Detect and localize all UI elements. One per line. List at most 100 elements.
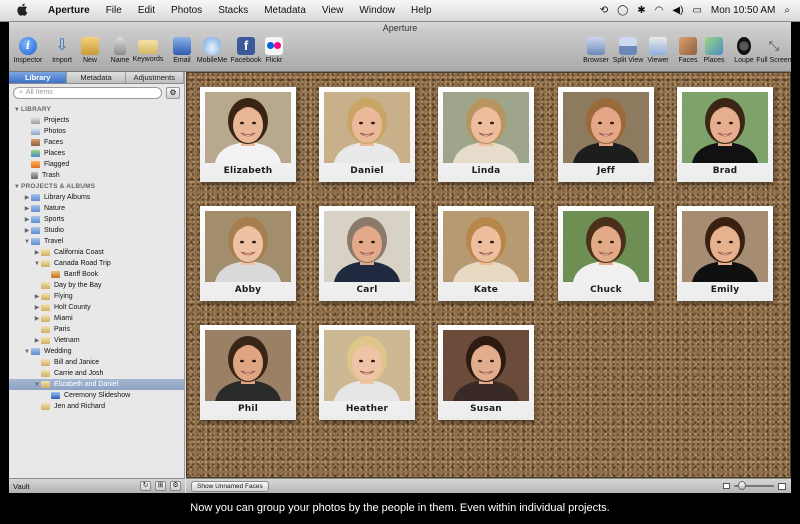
toolbar-inspector-button[interactable]: i Inspector (9, 37, 47, 64)
sidebar-item-miami[interactable]: ▶ Miami (9, 313, 184, 324)
disclosure-closed-icon[interactable]: ▶ (23, 227, 31, 234)
disclosure-open-icon[interactable]: ▼ (13, 184, 21, 190)
disclosure-closed-icon[interactable]: ▶ (33, 249, 41, 256)
face-card-chuck[interactable]: Chuck (558, 206, 654, 301)
action-gear-button[interactable]: ⚙ (166, 87, 180, 99)
time-machine-icon[interactable]: ⟲ (600, 5, 608, 16)
sidebar-item-jen-and-richard[interactable]: Jen and Richard (9, 401, 184, 412)
toolbar-keywords-button[interactable]: Keywords (129, 37, 167, 63)
face-card-heather[interactable]: Heather (319, 325, 415, 420)
sidebar-item-california-coast[interactable]: ▶ California Coast (9, 247, 184, 258)
tab-library[interactable]: Library (9, 72, 68, 83)
disclosure-closed-icon[interactable]: ▶ (23, 205, 31, 212)
face-card-daniel[interactable]: Daniel (319, 87, 415, 182)
sidebar-item-wedding[interactable]: ▼ Wedding (9, 346, 184, 357)
menu-file[interactable]: File (98, 5, 130, 16)
disclosure-open-icon[interactable]: ▼ (23, 349, 31, 355)
sidebar-item-flagged[interactable]: Flagged (9, 159, 184, 170)
sidebar-item-ceremony-slideshow[interactable]: Ceremony Slideshow (9, 390, 184, 401)
disclosure-closed-icon[interactable]: ▶ (33, 337, 41, 344)
menu-view[interactable]: View (314, 5, 352, 16)
tab-adjustments[interactable]: Adjustments (126, 72, 184, 83)
sidebar-item-label: Studio (44, 227, 64, 234)
disclosure-closed-icon[interactable]: ▶ (23, 194, 31, 201)
sidebar-item-studio[interactable]: ▶ Studio (9, 225, 184, 236)
show-unnamed-faces-button[interactable]: Show Unnamed Faces (191, 480, 269, 492)
toolbar-full-screen-button[interactable]: ⤡ Full Screen (755, 37, 791, 64)
menu-edit[interactable]: Edit (130, 5, 163, 16)
face-photo (563, 211, 649, 282)
sidebar-item-nature[interactable]: ▶ Nature (9, 203, 184, 214)
sidebar-item-holt-county[interactable]: ▶ Holt County (9, 302, 184, 313)
face-card-linda[interactable]: Linda (438, 87, 534, 182)
disclosure-closed-icon[interactable]: ▶ (33, 304, 41, 311)
sidebar-item-vietnam[interactable]: ▶ Vietnam (9, 335, 184, 346)
sidebar-item-canada-road-trip[interactable]: ▼ Canada Road Trip (9, 258, 184, 269)
disclosure-closed-icon[interactable]: ▶ (33, 315, 41, 322)
zoom-slider-thumb[interactable] (738, 481, 746, 490)
toolbar-button-label: Browser (583, 57, 609, 64)
face-card-kate[interactable]: Kate (438, 206, 534, 301)
sidebar-item-sports[interactable]: ▶ Sports (9, 214, 184, 225)
face-card-phil[interactable]: Phil (200, 325, 296, 420)
sidebar-item-carrie-and-josh[interactable]: Carrie and Josh (9, 368, 184, 379)
disclosure-open-icon[interactable]: ▼ (33, 382, 41, 388)
library-search-input[interactable]: ⌕ All Items (13, 87, 162, 99)
toolbar-button-label: Keywords (132, 56, 164, 63)
menu-help[interactable]: Help (403, 5, 440, 16)
sidebar-item-banff-book[interactable]: Banff Book (9, 269, 184, 280)
sidebar-item-photos[interactable]: Photos (9, 126, 184, 137)
chat-bubble-icon[interactable]: ◯ (617, 5, 628, 16)
sidebar-item-places[interactable]: Places (9, 148, 184, 159)
toolbar-flickr-button[interactable]: Flickr (255, 37, 293, 64)
sidebar-item-travel[interactable]: ▼ Travel (9, 236, 184, 247)
sidebar-item-trash[interactable]: Trash (9, 170, 184, 181)
sidebar-section-header[interactable]: ▼ PROJECTS & ALBUMS (9, 181, 184, 192)
sidebar-item-faces[interactable]: Faces (9, 137, 184, 148)
toolbar-button-label: New (82, 57, 97, 64)
toolbar-mobileme-button[interactable]: MobileMe (193, 37, 231, 64)
zoom-large-icon[interactable] (778, 482, 786, 490)
face-card-brad[interactable]: Brad (677, 87, 773, 182)
apple-menu-icon[interactable] (14, 3, 30, 19)
face-card-jeff[interactable]: Jeff (558, 87, 654, 182)
sidebar-item-paris[interactable]: Paris (9, 324, 184, 335)
sidebar-item-day-by-the-bay[interactable]: Day by the Bay (9, 280, 184, 291)
album-icon (41, 403, 50, 410)
battery-icon[interactable]: ▭ (692, 5, 701, 16)
menubar-clock[interactable]: Mon 10:50 AM (711, 5, 775, 16)
sidebar-item-library-albums[interactable]: ▶ Library Albums (9, 192, 184, 203)
sidebar-item-flying[interactable]: ▶ Flying (9, 291, 184, 302)
menu-window[interactable]: Window (351, 5, 403, 16)
disclosure-open-icon[interactable]: ▼ (13, 107, 21, 113)
face-card-emily[interactable]: Emily (677, 206, 773, 301)
disclosure-closed-icon[interactable]: ▶ (33, 293, 41, 300)
disclosure-open-icon[interactable]: ▼ (33, 261, 41, 267)
sidebar-item-bill-and-janice[interactable]: Bill and Janice (9, 357, 184, 368)
sidebar-item-label: Jen and Richard (54, 403, 105, 410)
menu-aperture[interactable]: Aperture (40, 5, 98, 16)
face-card-elizabeth[interactable]: Elizabeth (200, 87, 296, 182)
bluetooth-icon[interactable]: ✱ (637, 5, 645, 16)
volume-icon[interactable]: ◀) (672, 5, 683, 16)
menu-stacks[interactable]: Stacks (210, 5, 256, 16)
tab-metadata[interactable]: Metadata (67, 72, 126, 83)
sidebar-item-projects[interactable]: Projects (9, 115, 184, 126)
sidebar-section-header[interactable]: ▼ LIBRARY (9, 104, 184, 115)
vault-add-icon[interactable]: ⊞ (155, 481, 166, 491)
menu-photos[interactable]: Photos (163, 5, 210, 16)
vault-gear-icon[interactable]: ⚙ (170, 481, 181, 491)
zoom-small-icon[interactable] (723, 483, 730, 489)
wifi-icon[interactable]: ◠ (655, 5, 664, 16)
disclosure-open-icon[interactable]: ▼ (23, 239, 31, 245)
sidebar-item-elizabeth-and-daniel[interactable]: ▼ Elizabeth and Daniel (9, 379, 184, 390)
face-card-susan[interactable]: Susan (438, 325, 534, 420)
face-name-label: Emily (710, 285, 740, 295)
spotlight-search-icon[interactable]: ⌕ (784, 5, 790, 16)
zoom-slider[interactable] (734, 481, 774, 490)
menu-metadata[interactable]: Metadata (256, 5, 314, 16)
face-card-abby[interactable]: Abby (200, 206, 296, 301)
face-card-carl[interactable]: Carl (319, 206, 415, 301)
disclosure-closed-icon[interactable]: ▶ (23, 216, 31, 223)
vault-refresh-icon[interactable]: ↻ (140, 481, 151, 491)
